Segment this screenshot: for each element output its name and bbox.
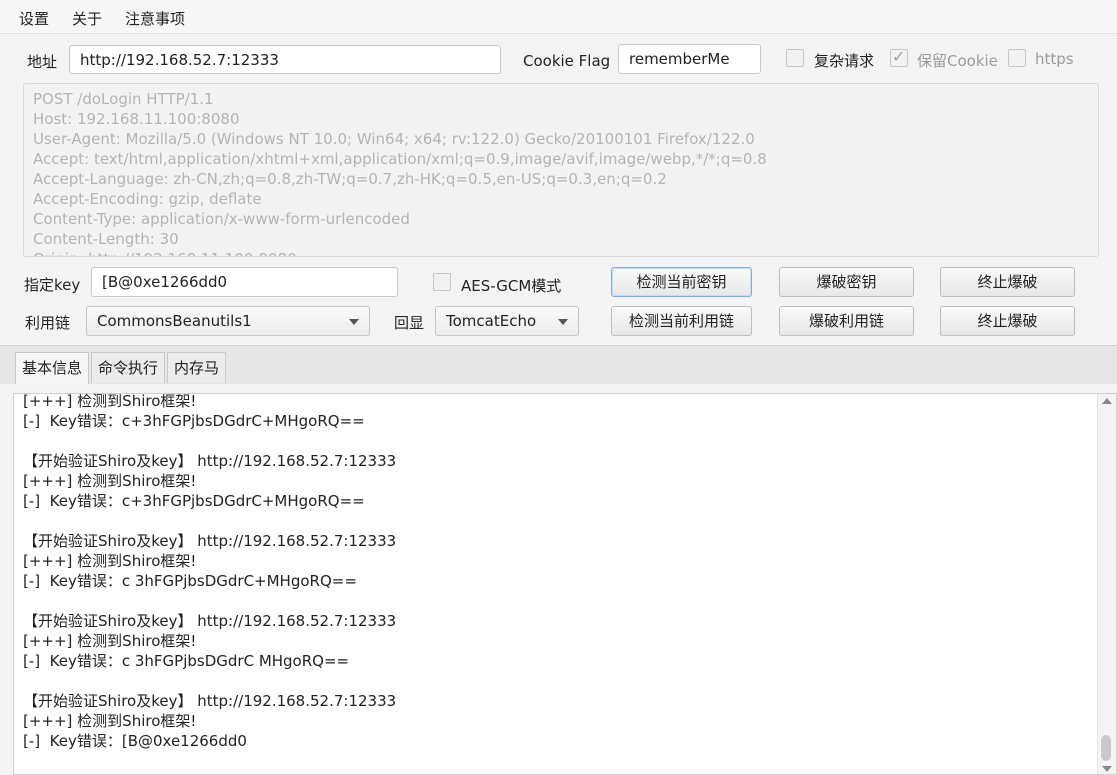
log-line: [+++] 检测到Shiro框架! [23,712,197,730]
request-placeholder-line: Host: 192.168.11.100:8080 [33,110,240,128]
chevron-down-icon [558,319,568,325]
brute-chain-button[interactable]: 爆破利用链 [779,306,914,336]
log-line: [+++] 检测到Shiro框架! [23,472,197,490]
chain-label: 利用链 [25,314,71,332]
cookie-flag-input[interactable] [618,44,761,74]
complex-request-label: 复杂请求 [814,52,875,70]
output-log-content: [+++] 检测到Shiro框架! [-] Key错误：c+3hFGPjbsDGd… [23,393,397,751]
scroll-thumb[interactable] [1101,735,1111,761]
stop-brute-key-button[interactable]: 终止爆破 [940,267,1075,297]
log-line: [-] Key错误：c+3hFGPjbsDGdrC+MHgoRQ== [23,412,365,430]
aes-gcm-checkbox[interactable] [433,273,451,291]
chevron-down-icon [349,319,359,325]
log-line: 【开始验证Shiro及key】 http://192.168.52.7:1233… [23,612,397,630]
check-key-button[interactable]: 检测当前密钥 [611,267,752,297]
check-chain-button[interactable]: 检测当前利用链 [611,306,752,336]
key-label: 指定key [24,276,81,294]
log-line: [-] Key错误：c 3hFGPjbsDGdrC MHgoRQ== [23,652,350,670]
vertical-scrollbar[interactable] [1097,394,1116,774]
chain-select[interactable]: CommonsBeanutils1 [86,306,370,336]
log-line: [-] Key错误：c+3hFGPjbsDGdrC+MHgoRQ== [23,492,365,510]
stop-brute-chain-button[interactable]: 终止爆破 [940,306,1075,336]
tab-command-exec[interactable]: 命令执行 [91,352,166,383]
address-input[interactable] [69,45,501,74]
log-line: [+++] 检测到Shiro框架! [23,552,197,570]
complex-request-checkbox[interactable] [786,49,804,67]
request-placeholder-line: Origin: http://192.168.11.100:8080 [33,249,1098,256]
log-line: [+++] 检测到Shiro框架! [23,393,197,410]
menu-bar: 设置 关于 注意事项 [0,0,1117,34]
keep-cookie-label: 保留Cookie [917,52,998,70]
log-line: [+++] 检测到Shiro框架! [23,632,197,650]
tab-bar: 基本信息 命令执行 内存马 [0,345,1117,384]
request-placeholder-line: Accept-Language: zh-CN,zh;q=0.8,zh-TW;q=… [33,170,667,188]
echo-select[interactable]: TomcatEcho [435,306,579,336]
https-label: https [1035,50,1074,68]
echo-label: 回显 [394,314,425,332]
check-icon: ✓ [892,47,906,66]
address-label: 地址 [27,53,58,71]
aes-gcm-label: AES-GCM模式 [461,277,562,295]
scroll-down-icon[interactable] [1102,766,1112,772]
log-line: [-] Key错误：[B@0xe1266dd0 [23,732,247,750]
keep-cookie-checkbox[interactable]: ✓ [890,47,908,67]
chain-selected-value: CommonsBeanutils1 [97,312,252,330]
log-line: 【开始验证Shiro及key】 http://192.168.52.7:1233… [23,532,397,550]
log-line: 【开始验证Shiro及key】 http://192.168.52.7:1233… [23,452,397,470]
cookie-flag-label: Cookie Flag [523,52,611,70]
request-placeholder-line: User-Agent: Mozilla/5.0 (Windows NT 10.0… [33,130,755,148]
menu-settings[interactable]: 设置 [19,8,49,29]
request-placeholder-line: Content-Type: application/x-www-form-url… [33,210,410,228]
request-placeholder-line: POST /doLogin HTTP/1.1 [33,90,214,108]
echo-selected-value: TomcatEcho [446,312,537,330]
log-line: [-] Key错误：c 3hFGPjbsDGdrC+MHgoRQ== [23,572,357,590]
menu-about[interactable]: 关于 [72,8,102,29]
key-input[interactable] [91,267,398,297]
https-checkbox[interactable] [1008,49,1026,67]
request-placeholder-line: Accept-Encoding: gzip, deflate [33,190,262,208]
tab-memory-shell[interactable]: 内存马 [167,352,227,383]
request-placeholder-line: Content-Length: 30 [33,230,179,248]
request-placeholder-line: Accept: text/html,application/xhtml+xml,… [33,150,767,168]
output-log[interactable]: [+++] 检测到Shiro框架! [-] Key错误：c+3hFGPjbsDGd… [13,393,1117,775]
scroll-up-icon[interactable] [1102,398,1112,404]
tab-basic-info[interactable]: 基本信息 [15,352,90,384]
menu-notes[interactable]: 注意事项 [125,8,185,29]
brute-key-button[interactable]: 爆破密钥 [779,267,914,297]
log-line: 【开始验证Shiro及key】 http://192.168.52.7:1233… [23,692,397,710]
request-textarea[interactable]: POST /doLogin HTTP/1.1 Host: 192.168.11.1… [23,83,1099,257]
